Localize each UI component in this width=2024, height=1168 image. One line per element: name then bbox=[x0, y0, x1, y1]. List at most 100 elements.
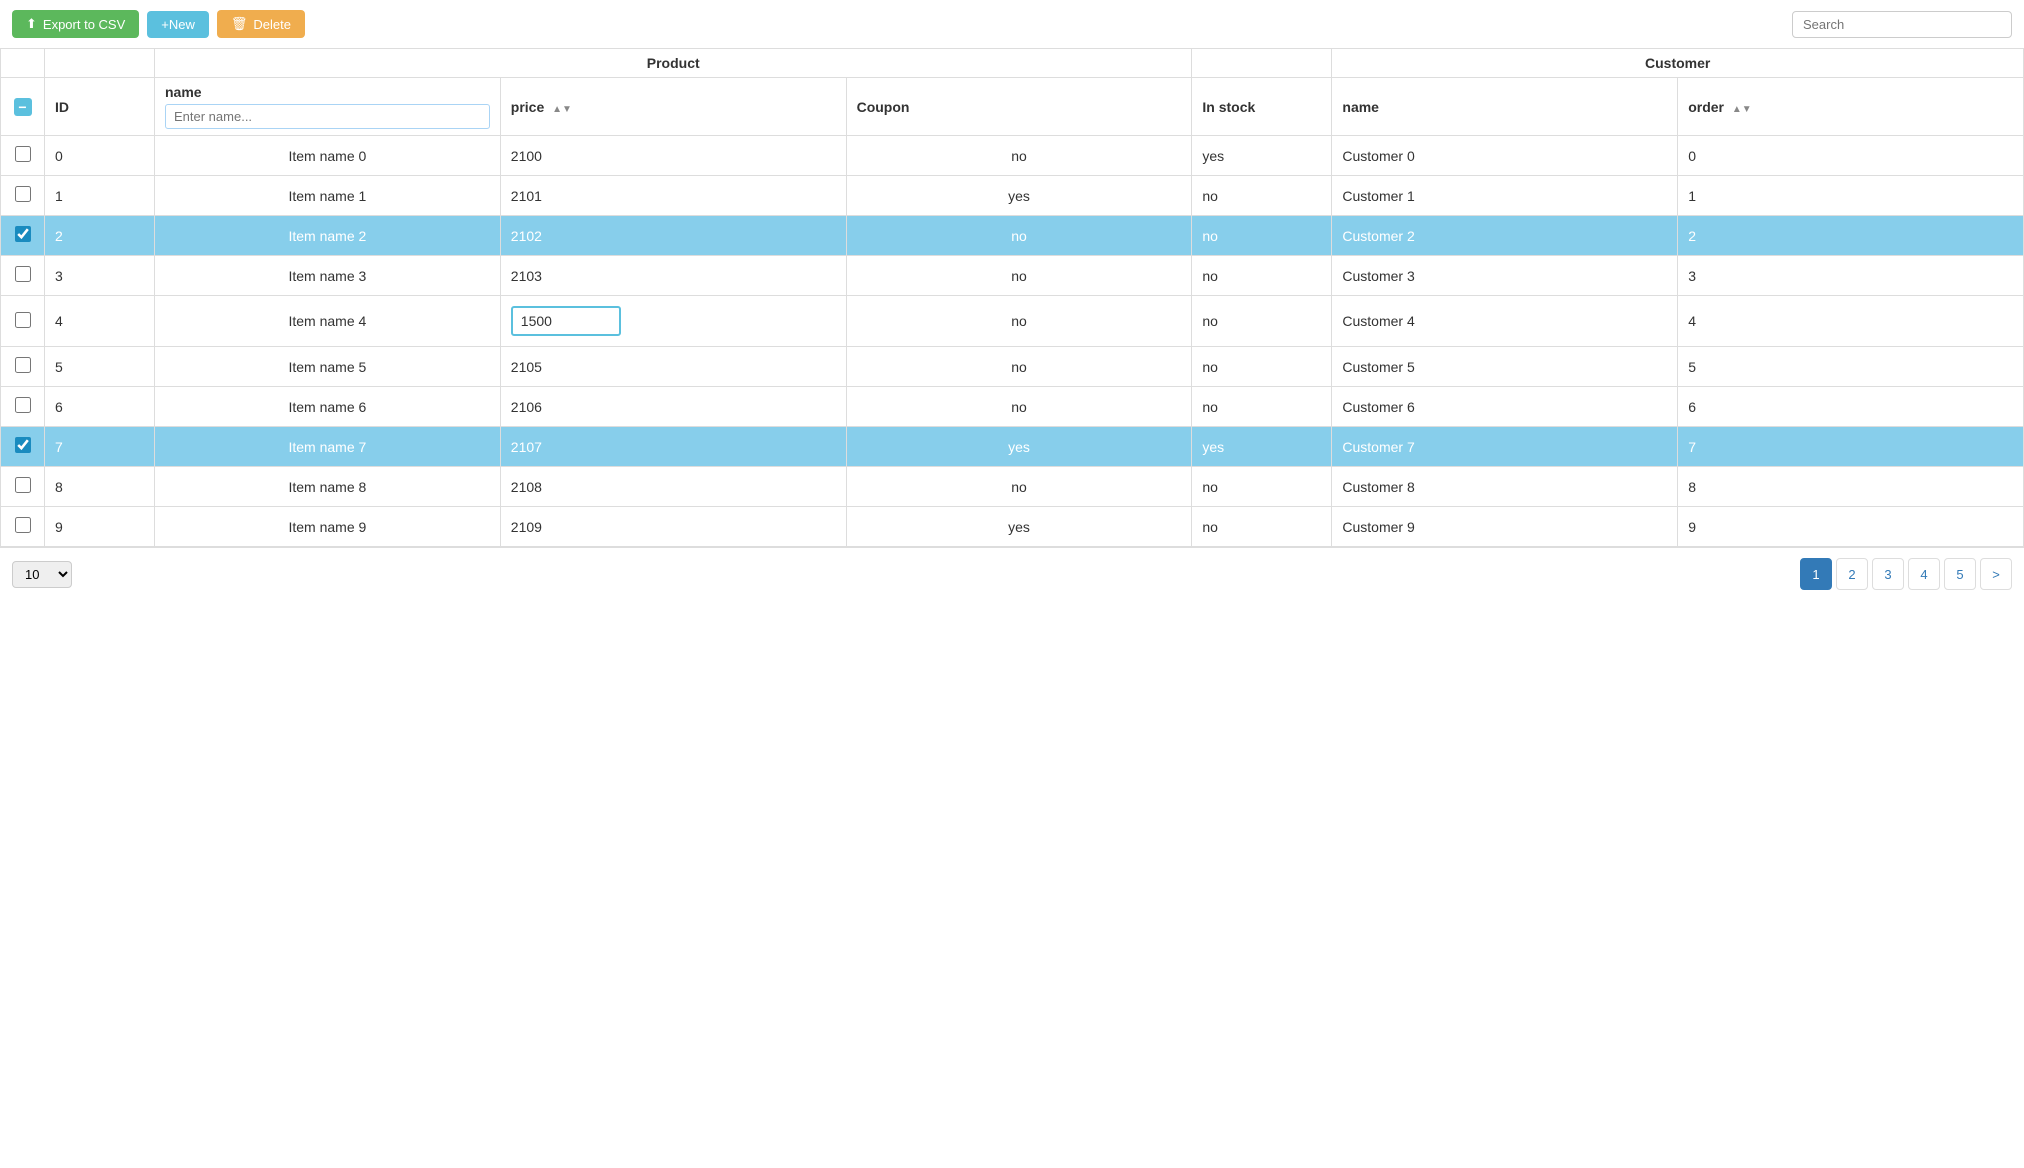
table-row: 7Item name 72107yesyesCustomer 77 bbox=[1, 427, 2024, 467]
row-checkbox-cell bbox=[1, 176, 45, 216]
row-checkbox[interactable] bbox=[15, 266, 31, 282]
row-item-name: Item name 3 bbox=[155, 256, 501, 296]
row-checkbox-cell bbox=[1, 136, 45, 176]
row-checkbox[interactable] bbox=[15, 397, 31, 413]
toolbar: ⬆ Export to CSV +New 🗑 Delete bbox=[0, 0, 2024, 49]
search-input[interactable] bbox=[1792, 11, 2012, 38]
page-button-2[interactable]: 2 bbox=[1836, 558, 1868, 590]
row-order: 5 bbox=[1678, 347, 2024, 387]
row-instock: no bbox=[1192, 256, 1332, 296]
select-all-button[interactable]: − bbox=[14, 98, 32, 116]
row-coupon: no bbox=[846, 467, 1192, 507]
row-item-name: Item name 0 bbox=[155, 136, 501, 176]
page-button-4[interactable]: 4 bbox=[1908, 558, 1940, 590]
export-icon: ⬆ bbox=[26, 16, 37, 32]
row-price: 2109 bbox=[500, 507, 846, 547]
row-checkbox[interactable] bbox=[15, 437, 31, 453]
row-checkbox[interactable] bbox=[15, 312, 31, 328]
row-price: 2101 bbox=[500, 176, 846, 216]
row-price: 2106 bbox=[500, 387, 846, 427]
row-checkbox[interactable] bbox=[15, 226, 31, 242]
row-customer-name: Customer 3 bbox=[1332, 256, 1678, 296]
group-header-product: Product bbox=[155, 49, 1192, 78]
row-instock: no bbox=[1192, 176, 1332, 216]
row-instock: no bbox=[1192, 296, 1332, 347]
col-header-order[interactable]: order ▲▼ bbox=[1678, 78, 2024, 136]
table-row: 9Item name 92109yesnoCustomer 99 bbox=[1, 507, 2024, 547]
row-id: 2 bbox=[45, 216, 155, 256]
row-item-name: Item name 7 bbox=[155, 427, 501, 467]
row-checkbox-cell bbox=[1, 296, 45, 347]
page-button-1[interactable]: 1 bbox=[1800, 558, 1832, 590]
row-coupon: no bbox=[846, 296, 1192, 347]
row-order: 6 bbox=[1678, 387, 2024, 427]
row-price[interactable] bbox=[500, 296, 846, 347]
export-csv-button[interactable]: ⬆ Export to CSV bbox=[12, 10, 139, 38]
row-id: 1 bbox=[45, 176, 155, 216]
delete-label: Delete bbox=[253, 17, 291, 32]
row-coupon: yes bbox=[846, 427, 1192, 467]
row-id: 6 bbox=[45, 387, 155, 427]
col-header-cname: name bbox=[1332, 78, 1678, 136]
column-label-row: − ID name price ▲▼ Coupon In stock name … bbox=[1, 78, 2024, 136]
row-item-name: Item name 9 bbox=[155, 507, 501, 547]
row-checkbox[interactable] bbox=[15, 517, 31, 533]
row-checkbox[interactable] bbox=[15, 477, 31, 493]
pagination-next-button[interactable]: > bbox=[1980, 558, 2012, 590]
price-edit-input[interactable] bbox=[511, 306, 621, 336]
group-header-stock bbox=[1192, 49, 1332, 78]
delete-button[interactable]: 🗑 Delete bbox=[217, 10, 305, 38]
page-button-3[interactable]: 3 bbox=[1872, 558, 1904, 590]
row-coupon: no bbox=[846, 256, 1192, 296]
export-label: Export to CSV bbox=[43, 17, 125, 32]
row-customer-name: Customer 8 bbox=[1332, 467, 1678, 507]
group-header-row: Product Customer bbox=[1, 49, 2024, 78]
table-row: 6Item name 62106nonoCustomer 66 bbox=[1, 387, 2024, 427]
row-customer-name: Customer 1 bbox=[1332, 176, 1678, 216]
row-id: 4 bbox=[45, 296, 155, 347]
row-order: 1 bbox=[1678, 176, 2024, 216]
price-sort-icon: ▲▼ bbox=[552, 104, 572, 115]
table-footer: 102550100 12345> bbox=[0, 547, 2024, 600]
page-button-5[interactable]: 5 bbox=[1944, 558, 1976, 590]
row-order: 8 bbox=[1678, 467, 2024, 507]
col-header-id: ID bbox=[45, 78, 155, 136]
table-body: 0Item name 02100noyesCustomer 001Item na… bbox=[1, 136, 2024, 547]
col-header-coupon: Coupon bbox=[846, 78, 1192, 136]
name-filter-input[interactable] bbox=[165, 104, 490, 129]
col-header-check: − bbox=[1, 78, 45, 136]
row-instock: yes bbox=[1192, 136, 1332, 176]
new-button[interactable]: +New bbox=[147, 11, 209, 38]
row-instock: no bbox=[1192, 387, 1332, 427]
row-customer-name: Customer 6 bbox=[1332, 387, 1678, 427]
row-price: 2103 bbox=[500, 256, 846, 296]
table-row: 1Item name 12101yesnoCustomer 11 bbox=[1, 176, 2024, 216]
page-size-select[interactable]: 102550100 bbox=[12, 561, 72, 588]
row-checkbox-cell bbox=[1, 427, 45, 467]
row-coupon: no bbox=[846, 347, 1192, 387]
group-header-id bbox=[45, 49, 155, 78]
data-table-container: Product Customer − ID name price ▲▼ Coup… bbox=[0, 49, 2024, 547]
row-id: 0 bbox=[45, 136, 155, 176]
row-coupon: no bbox=[846, 136, 1192, 176]
row-customer-name: Customer 5 bbox=[1332, 347, 1678, 387]
row-id: 7 bbox=[45, 427, 155, 467]
row-item-name: Item name 6 bbox=[155, 387, 501, 427]
row-order: 7 bbox=[1678, 427, 2024, 467]
col-header-price[interactable]: price ▲▼ bbox=[500, 78, 846, 136]
row-instock: no bbox=[1192, 467, 1332, 507]
row-checkbox[interactable] bbox=[15, 146, 31, 162]
row-price: 2107 bbox=[500, 427, 846, 467]
row-instock: yes bbox=[1192, 427, 1332, 467]
row-checkbox[interactable] bbox=[15, 357, 31, 373]
row-checkbox[interactable] bbox=[15, 186, 31, 202]
row-order: 9 bbox=[1678, 507, 2024, 547]
row-item-name: Item name 5 bbox=[155, 347, 501, 387]
row-checkbox-cell bbox=[1, 387, 45, 427]
row-coupon: no bbox=[846, 387, 1192, 427]
table-row: 0Item name 02100noyesCustomer 00 bbox=[1, 136, 2024, 176]
row-order: 3 bbox=[1678, 256, 2024, 296]
row-customer-name: Customer 0 bbox=[1332, 136, 1678, 176]
table-row: 3Item name 32103nonoCustomer 33 bbox=[1, 256, 2024, 296]
row-item-name: Item name 1 bbox=[155, 176, 501, 216]
